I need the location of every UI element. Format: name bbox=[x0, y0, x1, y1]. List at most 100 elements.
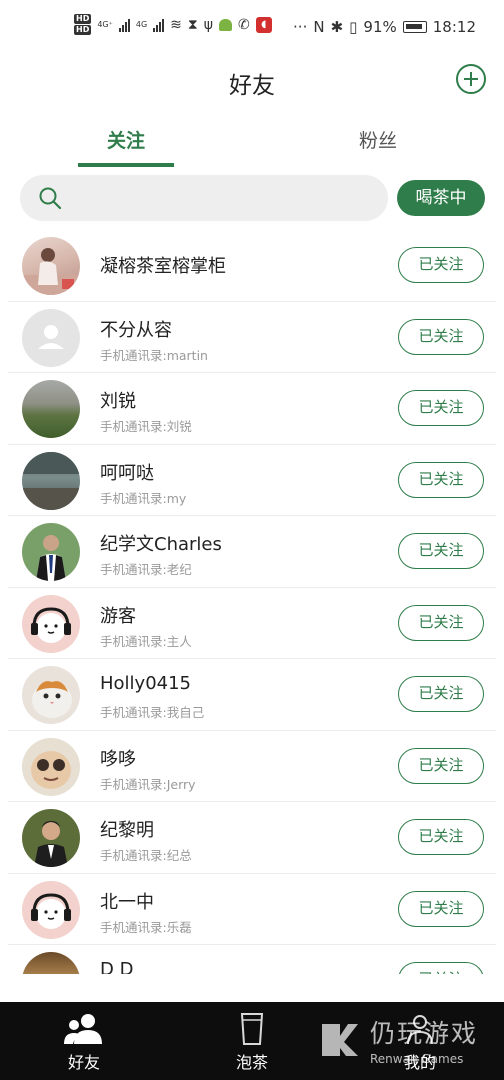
contact-note: 手机通讯录:Jerry bbox=[100, 776, 196, 792]
following-button[interactable]: 已关注 bbox=[398, 390, 484, 426]
friend-name: 纪黎明 bbox=[100, 820, 154, 841]
wifi-icon: ≋ bbox=[170, 16, 182, 33]
friends-icon bbox=[64, 1014, 102, 1044]
avatar bbox=[22, 594, 80, 653]
nav-label: 泡茶 bbox=[235, 1053, 268, 1072]
avatar bbox=[22, 880, 80, 939]
following-button[interactable]: 已关注 bbox=[398, 676, 484, 712]
hourglass-icon: ⧗ bbox=[187, 16, 198, 33]
status-bar: HD HD 4G⁺ 4G ≋ ⧗ ψ ✆ ◖ ··· N ✱ ▯ 91% 18:… bbox=[0, 0, 504, 58]
avatar bbox=[22, 237, 80, 295]
following-button[interactable]: 已关注 bbox=[398, 819, 484, 855]
friend-name: 哆哆 bbox=[100, 748, 136, 770]
contact-note: 手机通讯录:martin bbox=[100, 347, 208, 363]
nav-label: 好友 bbox=[67, 1053, 100, 1072]
following-button[interactable]: 已关注 bbox=[398, 890, 484, 927]
list-item[interactable]: 凝榕茶室榕掌柜 已关注 bbox=[0, 230, 504, 302]
signal-icon bbox=[153, 18, 165, 32]
following-button[interactable]: 已关注 bbox=[398, 747, 484, 784]
nav-brew-tea[interactable]: 泡茶 bbox=[168, 1002, 336, 1080]
avatar bbox=[22, 952, 80, 974]
friend-name: 不分从容 bbox=[100, 319, 172, 341]
avatar bbox=[22, 380, 80, 438]
phone-icon: ✆ bbox=[237, 16, 250, 33]
following-button[interactable]: 已关注 bbox=[398, 318, 484, 355]
app-header: 好友 bbox=[0, 58, 504, 110]
list-item[interactable]: 北一中 手机通讯录:乐磊 已关注 bbox=[0, 874, 504, 946]
usb-icon: ψ bbox=[203, 16, 213, 33]
cup-icon bbox=[240, 1013, 264, 1045]
list-item[interactable]: 纪学文Charles 手机通讯录:老纪 已关注 bbox=[0, 516, 504, 588]
list-item[interactable]: 不分从容 手机通讯录:martin 已关注 bbox=[0, 302, 504, 374]
friend-name: 刘锐 bbox=[100, 391, 136, 412]
headphone-face-icon bbox=[31, 892, 71, 929]
network-4g-label: 4G⁺ bbox=[97, 20, 113, 29]
battery-icon bbox=[402, 21, 427, 33]
nfc-icon: N bbox=[313, 18, 325, 36]
hd-badge: HD bbox=[74, 25, 92, 35]
nav-friends[interactable]: 好友 bbox=[0, 1002, 168, 1080]
avatar bbox=[22, 737, 80, 796]
watermark-logo-icon bbox=[321, 1024, 358, 1056]
tab-bar: 关注 粉丝 bbox=[0, 116, 504, 168]
contact-note: 手机通讯录:纪总 bbox=[100, 848, 192, 863]
search-input[interactable] bbox=[74, 175, 374, 221]
list-item[interactable]: 刘锐 手机通讯录:刘锐 已关注 bbox=[0, 373, 504, 445]
status-left-icons: HD HD 4G⁺ 4G ≋ ⧗ ψ ✆ ◖ bbox=[74, 14, 272, 35]
vibrate-icon: ▯ bbox=[349, 18, 358, 36]
contact-note: 手机通讯录:刘锐 bbox=[100, 419, 192, 434]
following-button[interactable]: 已关注 bbox=[398, 962, 484, 974]
list-item[interactable]: Holly0415 手机通讯录:我自己 已关注 bbox=[0, 659, 504, 731]
add-friend-button[interactable] bbox=[456, 64, 486, 94]
tab-fans[interactable]: 粉丝 bbox=[328, 126, 428, 153]
watermark: 仍玩游戏 Renwan Games bbox=[321, 1014, 478, 1066]
hd-badges: HD HD bbox=[74, 14, 92, 35]
battery-percent: 91% bbox=[363, 18, 397, 36]
contact-note: 手机通讯录:my bbox=[100, 490, 187, 506]
watermark-subtitle: Renwan Games bbox=[369, 1052, 464, 1066]
default-avatar-icon bbox=[38, 324, 64, 349]
list-item[interactable]: 纪黎明 手机通讯录:纪总 已关注 bbox=[0, 802, 504, 874]
friend-name: 呵呵哒 bbox=[100, 462, 154, 484]
contact-note: 手机通讯录:我自己 bbox=[100, 705, 205, 720]
page-title: 好友 bbox=[229, 73, 275, 99]
contact-note: 手机通讯录:乐磊 bbox=[100, 919, 192, 935]
android-icon bbox=[218, 18, 232, 31]
network-4g-label: 4G bbox=[135, 20, 148, 29]
hd-badge: HD bbox=[74, 14, 92, 24]
signal-icon bbox=[118, 18, 130, 32]
friend-name: 北一中 bbox=[100, 891, 154, 913]
avatar bbox=[22, 666, 80, 724]
following-button[interactable]: 已关注 bbox=[398, 247, 484, 283]
following-button[interactable]: 已关注 bbox=[398, 533, 484, 569]
list-item[interactable]: 哆哆 手机通讯录:Jerry 已关注 bbox=[0, 731, 504, 803]
drinking-tea-button[interactable]: 喝茶中 bbox=[397, 180, 485, 216]
friend-name: 纪学文Charles bbox=[100, 534, 222, 555]
more-icon: ··· bbox=[293, 18, 308, 36]
bluetooth-icon: ✱ bbox=[330, 18, 344, 36]
bottom-navigation: 好友 泡茶 我的 仍玩游戏 Renwan Games bbox=[0, 1002, 504, 1080]
search-icon bbox=[39, 187, 62, 210]
following-button[interactable]: 已关注 bbox=[398, 604, 484, 641]
avatar bbox=[22, 523, 80, 581]
friend-list[interactable]: 凝榕茶室榕掌柜 已关注 不分从容 手机通讯录:martin 已关注 刘锐 手机通… bbox=[0, 230, 504, 974]
avatar bbox=[22, 809, 80, 867]
list-item[interactable]: 游客 手机通讯录:主人 已关注 bbox=[0, 588, 504, 660]
avatar bbox=[22, 451, 80, 510]
contact-note: 手机通讯录:主人 bbox=[100, 633, 192, 649]
list-item[interactable]: D D 已关注 bbox=[0, 945, 504, 974]
status-right-icons: ··· N ✱ ▯ 91% 18:12 bbox=[293, 18, 476, 36]
friend-name: 游客 bbox=[100, 605, 136, 627]
clock: 18:12 bbox=[432, 18, 476, 36]
following-button[interactable]: 已关注 bbox=[398, 461, 484, 498]
friend-name: D D bbox=[100, 959, 134, 974]
app-notification-icon: ◖ bbox=[255, 16, 272, 33]
tab-following[interactable]: 关注 bbox=[76, 126, 176, 153]
headphone-face-icon bbox=[31, 606, 71, 643]
friend-name: 凝榕茶室榕掌柜 bbox=[100, 256, 226, 277]
avatar bbox=[22, 308, 80, 367]
search-bar[interactable] bbox=[20, 175, 388, 221]
contact-note: 手机通讯录:老纪 bbox=[100, 562, 192, 577]
list-item[interactable]: 呵呵哒 手机通讯录:my 已关注 bbox=[0, 445, 504, 517]
friend-name: Holly0415 bbox=[100, 673, 192, 694]
